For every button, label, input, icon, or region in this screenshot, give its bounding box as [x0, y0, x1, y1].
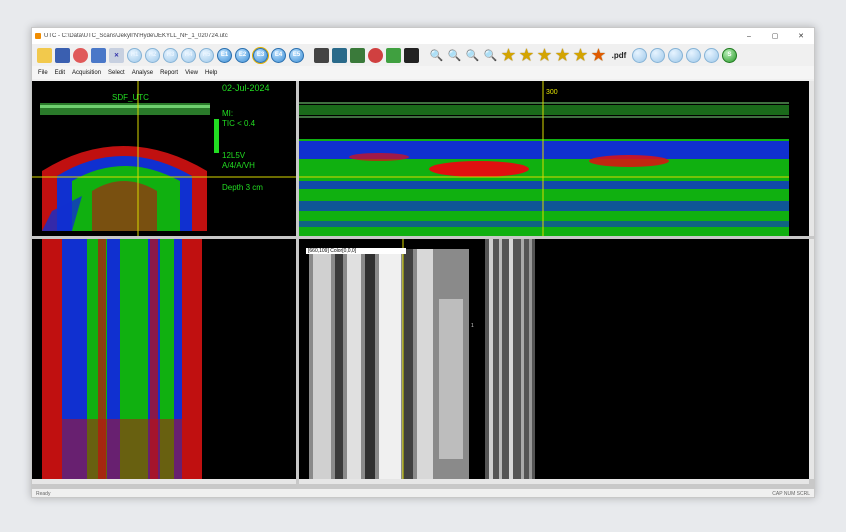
longitudinal-pane[interactable]: 300	[299, 81, 809, 236]
status-indicators: CAP NUM SCRL	[772, 491, 810, 497]
star-3-icon[interactable]: ★	[537, 47, 552, 64]
menu-bar: File Edit Acquisition Select Analyse Rep…	[32, 66, 814, 79]
minimize-button[interactable]: –	[736, 28, 762, 44]
depth-label: Depth 3 cm	[222, 183, 263, 192]
tool-5-icon[interactable]	[704, 47, 719, 63]
parametric-pane[interactable]	[32, 239, 296, 479]
h5-button[interactable]: H5	[199, 47, 214, 63]
star-5-icon[interactable]: ★	[573, 47, 588, 64]
toolbar: ✕ H1 H2 H3 H4 H5 E1 E2 E3 E4 E5 🔍 🔍 🔍 🔍 …	[32, 44, 814, 66]
window-title: UTC - C:\Data\UTC_Scans\Jekyll'N'Hyde\JE…	[44, 33, 228, 39]
menu-select[interactable]: Select	[108, 70, 125, 76]
title-bar: UTC - C:\Data\UTC_Scans\Jekyll'N'Hyde\JE…	[32, 28, 814, 44]
bottom-vertical-scrollbar[interactable]	[809, 239, 814, 479]
menu-acquisition[interactable]: Acquisition	[72, 70, 101, 76]
e2-button[interactable]: E2	[235, 47, 250, 63]
s-button[interactable]: S	[722, 47, 737, 63]
app-icon	[35, 33, 41, 39]
zoom-reset-icon[interactable]: 🔍	[483, 48, 498, 63]
h1-button[interactable]: H1	[127, 47, 142, 63]
raw-rf-pane[interactable]: [660,109] Color[0,0,0] 1	[299, 239, 809, 479]
bmode-pane[interactable]: 02-Jul-2024 SDF_UTC MI: TIC < 0.4 12L5V …	[32, 81, 296, 236]
e3-button[interactable]: E3	[253, 47, 268, 63]
pdf-export-button[interactable]: .pdf	[609, 48, 629, 63]
close-button[interactable]: ✕	[788, 28, 814, 44]
rf-tick-label: 1	[471, 323, 474, 329]
tool-2-icon[interactable]	[650, 47, 665, 63]
save-icon[interactable]	[55, 47, 70, 63]
longitudinal-image	[299, 81, 789, 236]
parametric-image	[42, 239, 202, 479]
probe-label: 12L5V	[222, 151, 246, 160]
zoom-in-icon[interactable]: 🔍	[429, 48, 444, 63]
app-window: UTC - C:\Data\UTC_Scans\Jekyll'N'Hyde\JE…	[31, 27, 815, 498]
menu-edit[interactable]: Edit	[55, 70, 65, 76]
zoom-fit-icon[interactable]: 🔍	[465, 48, 480, 63]
h2-button[interactable]: H2	[145, 47, 160, 63]
image-mode-2-icon[interactable]	[332, 47, 347, 63]
top-vertical-scrollbar[interactable]	[809, 81, 814, 236]
menu-report[interactable]: Report	[160, 70, 178, 76]
e4-button[interactable]: E4	[271, 47, 286, 63]
tic-label: TIC < 0.4	[222, 119, 256, 128]
mode-label: A/4/A/VH	[222, 161, 255, 170]
bmode-image	[32, 81, 296, 236]
star-2-icon[interactable]: ★	[519, 47, 534, 64]
star-1-icon[interactable]: ★	[501, 47, 516, 64]
tool-3-icon[interactable]	[668, 47, 683, 63]
status-bar: Ready CAP NUM SCRL	[32, 489, 814, 497]
star-4-icon[interactable]: ★	[555, 47, 570, 64]
mi-label: MI:	[222, 109, 234, 118]
parametric-map-icon[interactable]	[386, 47, 401, 63]
cross-icon[interactable]: ✕	[109, 47, 124, 63]
preset-label: SDF_UTC	[112, 93, 149, 102]
e5-button[interactable]: E5	[289, 47, 304, 63]
colormap-icon[interactable]	[368, 47, 383, 63]
tool-4-icon[interactable]	[686, 47, 701, 63]
h3-button[interactable]: H3	[163, 47, 178, 63]
maximize-button[interactable]: ▢	[762, 28, 788, 44]
e1-button[interactable]: E1	[217, 47, 232, 63]
open-icon[interactable]	[37, 47, 52, 63]
status-text: Ready	[36, 491, 51, 497]
zoom-out-icon[interactable]: 🔍	[447, 48, 462, 63]
raw-rf-image	[309, 239, 535, 479]
menu-help[interactable]: Help	[205, 70, 217, 76]
record-icon[interactable]	[73, 47, 88, 63]
menu-analyse[interactable]: Analyse	[132, 70, 153, 76]
menu-file[interactable]: File	[38, 70, 48, 76]
frame-marker: 300	[546, 89, 558, 96]
image-mode-1-icon[interactable]	[314, 47, 329, 63]
spectrum-icon[interactable]	[404, 47, 419, 63]
scan-date: 02-Jul-2024	[222, 83, 270, 93]
tool-1-icon[interactable]	[632, 47, 647, 63]
window-icon[interactable]	[91, 47, 106, 63]
cursor-readout: [660,109] Color[0,0,0]	[306, 248, 406, 254]
right-horizontal-scrollbar[interactable]	[299, 479, 809, 484]
left-horizontal-scrollbar[interactable]	[32, 479, 296, 484]
h4-button[interactable]: H4	[181, 47, 196, 63]
image-viewport: 02-Jul-2024 SDF_UTC MI: TIC < 0.4 12L5V …	[32, 81, 814, 489]
image-mode-3-icon[interactable]	[350, 47, 365, 63]
star-6-icon[interactable]: ★	[591, 47, 606, 64]
menu-view[interactable]: View	[185, 70, 198, 76]
